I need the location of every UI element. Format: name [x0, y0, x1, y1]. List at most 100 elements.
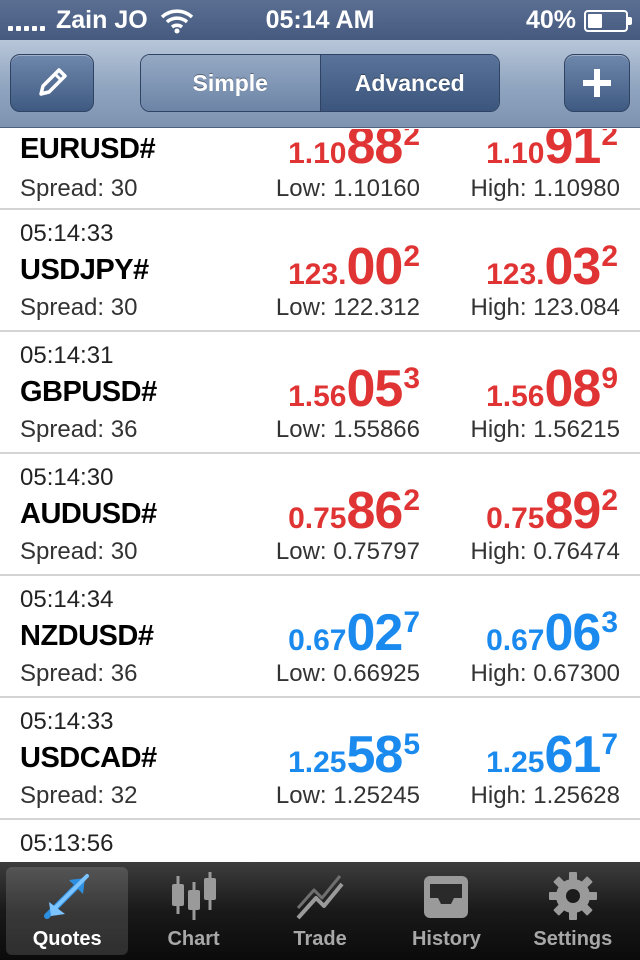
ask-price-prefix: 1.56 [486, 380, 545, 413]
bid-price-fraction: 5 [403, 728, 420, 761]
battery-icon [584, 9, 632, 32]
tab-label: History [411, 928, 481, 950]
ask-price-fraction: 2 [601, 240, 618, 273]
low-value: Low: 1.10160 [275, 175, 420, 202]
ask-price: 123.032 [486, 240, 618, 294]
ask-price: 0.67063 [486, 606, 618, 660]
spread-value: Spread: 36 [20, 416, 138, 443]
ask-price-fraction: 9 [601, 362, 618, 395]
quote-row-eurusd[interactable]: EURUSD# 1.10882 1.10912 Spread: 30 Low: … [0, 129, 640, 210]
mode-segmented-control: Simple Advanced [140, 54, 500, 112]
quote-time: 05:14:33 [20, 708, 114, 735]
status-bar: Zain JO 05:14 AM 40% [0, 0, 640, 40]
quote-row-gbpusd[interactable]: 05:14:31 GBPUSD# 1.56053 1.56089 Spread:… [0, 332, 640, 454]
ask-price-prefix: 0.75 [486, 502, 545, 535]
tab-label: Quotes [32, 928, 102, 950]
low-value: Low: 0.66925 [275, 660, 420, 687]
quotes-arrows-icon [44, 874, 90, 919]
bid-price-fraction: 3 [403, 362, 420, 395]
ask-price-prefix: 123. [486, 258, 545, 291]
ask-price-pips: 91 [544, 129, 601, 175]
bid-price-prefix: 123. [288, 258, 347, 291]
bid-price: 1.25585 [288, 728, 420, 782]
tab-label: Settings [533, 928, 613, 950]
edit-button[interactable] [10, 54, 94, 112]
navigation-bar: Simple Advanced [0, 40, 640, 128]
low-value: Low: 0.75797 [275, 538, 420, 565]
gear-icon [548, 872, 597, 920]
high-value: High: 1.25628 [470, 782, 620, 809]
trend-chart-icon [296, 875, 344, 920]
symbol-name: USDCAD# [20, 742, 157, 774]
quote-row-usdcad[interactable]: 05:14:33 USDCAD# 1.25585 1.25617 Spread:… [0, 698, 640, 820]
bid-price-prefix: 1.25 [288, 746, 347, 779]
tab-quotes[interactable]: Quotes [6, 867, 129, 955]
quote-row-usdjpy[interactable]: 05:14:33 USDJPY# 123.002 123.032 Spread:… [0, 210, 640, 332]
bid-price-fraction: 2 [403, 240, 420, 273]
ask-price-pips: 61 [544, 726, 601, 784]
high-value: High: 123.084 [470, 294, 620, 321]
high-value: High: 1.56215 [470, 416, 620, 443]
symbol-name: USDJPY# [20, 254, 149, 286]
ask-price-prefix: 1.10 [486, 137, 545, 170]
symbol-name: EURUSD# [20, 133, 156, 165]
candlestick-icon [171, 872, 216, 920]
spread-value: Spread: 30 [20, 175, 138, 202]
tab-history[interactable]: History [385, 867, 507, 955]
low-value: Low: 122.312 [275, 294, 420, 321]
bid-price-prefix: 1.56 [288, 380, 347, 413]
quote-row-audusd[interactable]: 05:14:30 AUDUSD# 0.75862 0.75892 Spread:… [0, 454, 640, 576]
ask-price-pips: 08 [544, 360, 601, 418]
tab-settings[interactable]: Settings [512, 867, 634, 955]
tab-label: Chart [167, 928, 220, 950]
segment-simple[interactable]: Simple [141, 55, 321, 111]
bid-price-pips: 05 [346, 360, 403, 418]
quote-row-partial[interactable]: 05:13:56 [0, 820, 640, 862]
pencil-icon [39, 68, 67, 96]
symbol-name: AUDUSD# [20, 498, 157, 530]
segment-advanced[interactable]: Advanced [320, 55, 499, 111]
low-value: Low: 1.55866 [275, 416, 420, 443]
ask-price: 0.75892 [486, 484, 618, 538]
bid-price-prefix: 0.67 [288, 624, 347, 657]
tab-trade[interactable]: Trade [259, 867, 381, 955]
quote-row-nzdusd[interactable]: 05:14:34 NZDUSD# 0.67027 0.67063 Spread:… [0, 576, 640, 698]
bid-price-fraction: 2 [403, 129, 420, 152]
high-value: High: 0.76474 [470, 538, 620, 565]
high-value: High: 0.67300 [470, 660, 620, 687]
spread-value: Spread: 30 [20, 294, 138, 321]
ask-price-prefix: 0.67 [486, 624, 545, 657]
spread-value: Spread: 32 [20, 782, 138, 809]
quote-time: 05:13:56 [20, 830, 114, 857]
symbol-name: GBPUSD# [20, 376, 157, 408]
ask-price-fraction: 7 [601, 728, 618, 761]
tab-chart[interactable]: Chart [132, 867, 254, 955]
bid-price-pips: 58 [346, 726, 403, 784]
battery-percent: 40% [525, 6, 576, 34]
bid-price-prefix: 1.10 [288, 137, 347, 170]
ask-price: 1.10912 [486, 129, 618, 173]
add-symbol-button[interactable] [564, 54, 630, 112]
plus-icon [583, 69, 611, 97]
ask-price: 1.56089 [486, 362, 618, 416]
bid-price: 0.75862 [288, 484, 420, 538]
inbox-tray-icon [424, 876, 469, 918]
spread-value: Spread: 30 [20, 538, 138, 565]
ask-price-pips: 06 [544, 604, 601, 662]
bid-price-pips: 00 [346, 238, 403, 296]
bid-price-prefix: 0.75 [288, 502, 347, 535]
ask-price: 1.25617 [486, 728, 618, 782]
quotes-list[interactable]: EURUSD# 1.10882 1.10912 Spread: 30 Low: … [0, 129, 640, 862]
spread-value: Spread: 36 [20, 660, 138, 687]
bid-price-pips: 86 [346, 482, 403, 540]
quote-time: 05:14:30 [20, 464, 114, 491]
bid-price-fraction: 7 [403, 606, 420, 639]
quote-time: 05:14:33 [20, 220, 114, 247]
bid-price: 0.67027 [288, 606, 420, 660]
tab-label: Trade [293, 928, 347, 950]
bid-price: 1.10882 [288, 129, 420, 173]
status-right: 40% [525, 6, 632, 35]
battery-fill [588, 13, 603, 28]
high-value: High: 1.10980 [470, 175, 620, 202]
quote-time: 05:14:31 [20, 342, 114, 369]
